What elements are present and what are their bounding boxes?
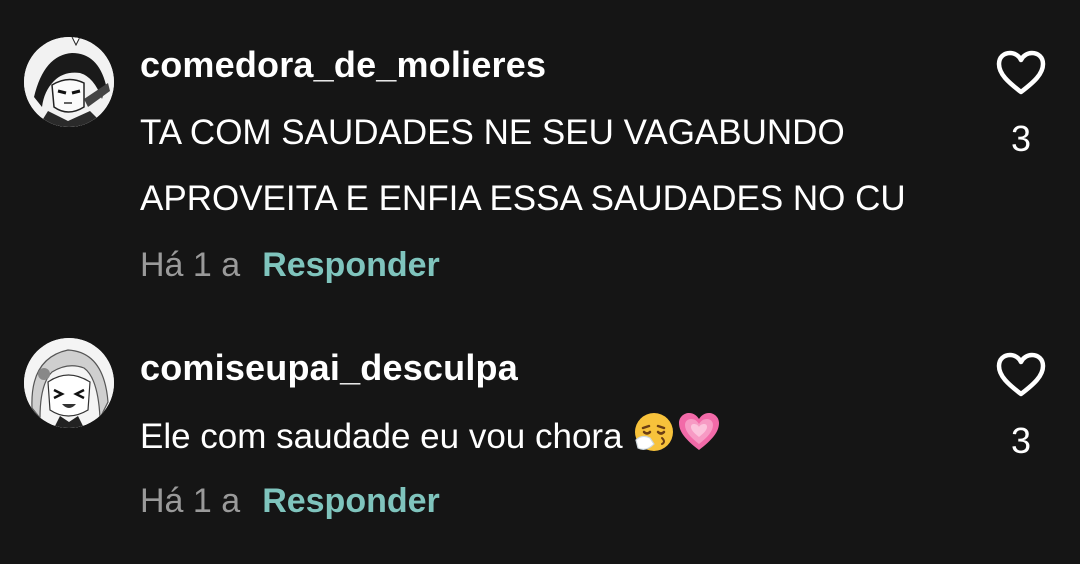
anime-girl-avatar-icon bbox=[24, 338, 114, 428]
comment-meta: Há 1 a Responder bbox=[140, 246, 440, 285]
heart-outline-icon bbox=[996, 352, 1046, 397]
comment-text: TA COM SAUDADES NE SEU VAGABUNDO APROVEI… bbox=[140, 100, 906, 232]
like-count: 3 bbox=[1010, 420, 1032, 461]
comment-timestamp: Há 1 a bbox=[140, 482, 241, 520]
comment-username[interactable]: comedora_de_molieres bbox=[140, 44, 546, 86]
comment-text: Ele com saudade eu vou chora bbox=[140, 404, 722, 476]
reply-button[interactable]: Responder bbox=[262, 246, 440, 284]
comment-meta: Há 1 a Responder bbox=[140, 482, 440, 521]
anime-boy-avatar-icon bbox=[24, 37, 114, 127]
reply-button[interactable]: Responder bbox=[262, 482, 440, 520]
like-button[interactable] bbox=[994, 352, 1048, 398]
comment-text-line: Ele com saudade eu vou chora bbox=[140, 417, 623, 456]
like-button[interactable] bbox=[994, 50, 1048, 96]
like-count: 3 bbox=[1010, 118, 1032, 159]
comment-item: comiseupai_desculpa Ele com saudade eu v… bbox=[0, 300, 1080, 564]
comment-username[interactable]: comiseupai_desculpa bbox=[140, 347, 518, 389]
comment-text-line: TA COM SAUDADES NE SEU VAGABUNDO bbox=[140, 113, 845, 152]
sneezing-face-icon bbox=[632, 410, 676, 476]
comment-item: comedora_de_molieres TA COM SAUDADES NE … bbox=[0, 0, 1080, 300]
avatar[interactable] bbox=[24, 338, 114, 428]
heart-outline-icon bbox=[996, 50, 1046, 95]
growing-heart-icon bbox=[676, 410, 722, 476]
avatar[interactable] bbox=[24, 37, 114, 127]
comment-text-line: APROVEITA E ENFIA ESSA SAUDADES NO CU bbox=[140, 179, 906, 218]
comment-timestamp: Há 1 a bbox=[140, 246, 241, 284]
